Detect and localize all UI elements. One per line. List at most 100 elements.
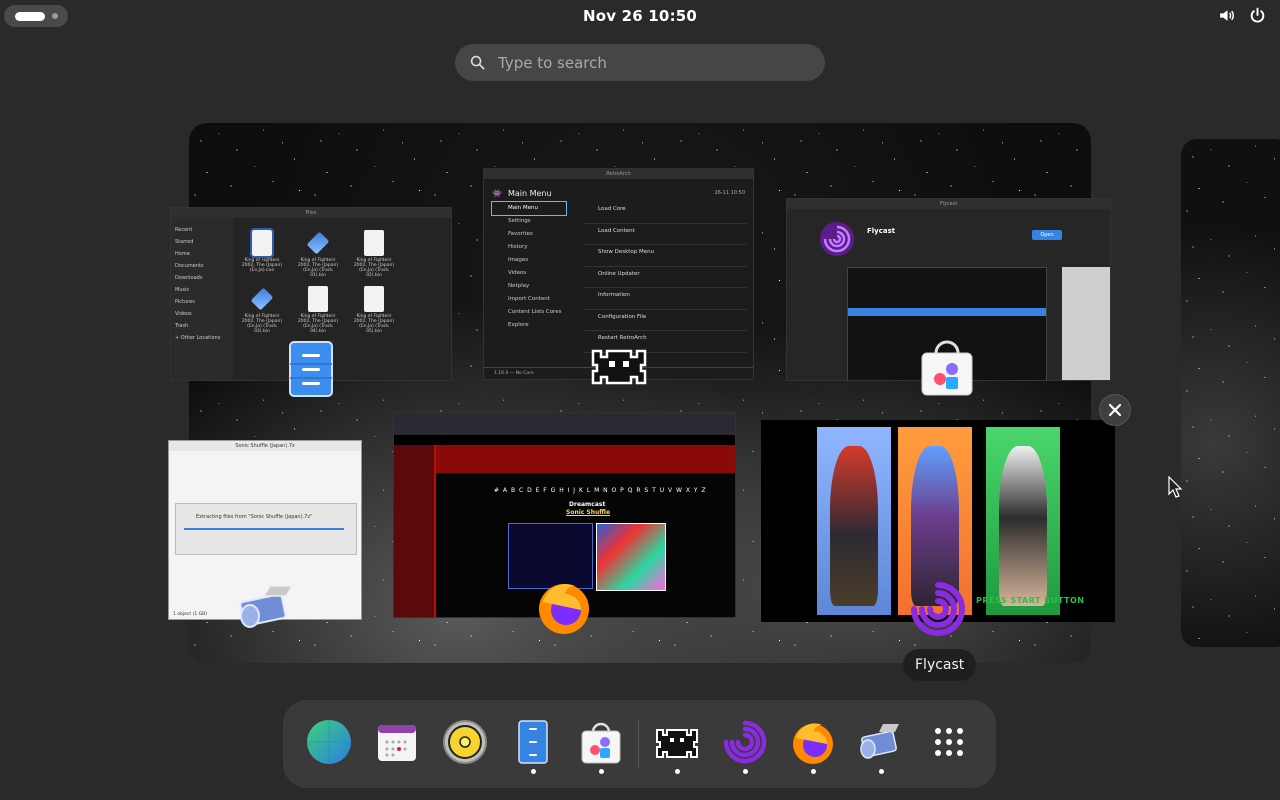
extract-progress-bar	[184, 528, 344, 530]
flycast-spiral-icon	[723, 720, 767, 764]
files-sidebar-item: Music	[175, 287, 190, 293]
dock-show-apps[interactable]	[925, 718, 973, 766]
window-title-tooltip: Flycast	[903, 649, 977, 681]
retroarch-left-item: Import Content	[508, 296, 550, 302]
archive-roller-icon	[860, 724, 899, 759]
files-sidebar-item: Downloads	[175, 275, 203, 281]
flycast-app-icon	[911, 582, 965, 636]
files-sidebar-item: Pictures	[175, 299, 195, 305]
search-input[interactable]	[498, 53, 798, 72]
files-sidebar: Recent Starred Home Documents Downloads …	[171, 218, 233, 380]
close-icon	[1108, 403, 1122, 417]
dock-files[interactable]	[509, 718, 557, 766]
software-titlebar: Flycast	[787, 199, 1110, 209]
search-entry[interactable]	[455, 44, 825, 81]
dock-browser[interactable]	[305, 718, 353, 766]
disc-image-icon	[306, 231, 330, 255]
file-item-label: King of Fighters 2002, The (Japan) (En,J…	[241, 258, 283, 273]
running-indicator	[743, 769, 748, 774]
close-window-button[interactable]	[1099, 394, 1131, 426]
retroarch-right-menu: Load Core Load Content Show Desktop Menu…	[584, 202, 747, 353]
retroarch-left-menu: Main Menu Settings Favorites History Ima…	[491, 201, 567, 332]
running-indicator	[599, 769, 604, 774]
dash-dock	[283, 700, 996, 788]
file-item: King of Fighters 2002, The (Japan) (En,J…	[297, 286, 339, 334]
firefox-icon	[793, 723, 833, 764]
dock-firefox[interactable]	[789, 718, 837, 766]
page-cover-art	[596, 523, 666, 591]
files-app-icon	[289, 341, 333, 397]
fighter-portrait	[986, 427, 1060, 615]
firefox-app-icon	[539, 583, 589, 634]
flycast-spiral-icon	[820, 222, 854, 256]
workspace-dot-icon	[52, 13, 58, 19]
running-indicator	[675, 769, 680, 774]
retroarch-left-item: Settings	[508, 218, 531, 224]
file-item: King of Fighters 2002, The (Japan) (En,J…	[241, 228, 283, 278]
workspace-next[interactable]	[1181, 139, 1280, 647]
retroarch-app-icon	[591, 349, 647, 385]
file-item-label: King of Fighters 2002, The (Japan) (En,J…	[297, 258, 339, 278]
software-open-button: Open	[1032, 230, 1062, 240]
press-start-text: PRESS START BUTTON	[976, 596, 1085, 605]
mouse-pointer-icon	[1168, 476, 1182, 498]
retroarch-logo-icon: 👾	[492, 188, 502, 198]
document-icon	[364, 230, 384, 256]
files-sidebar-item: Trash	[175, 323, 189, 329]
disc-image-icon	[250, 287, 274, 311]
volume-icon[interactable]	[1218, 7, 1235, 24]
retroarch-menu-title: Main Menu	[507, 188, 552, 198]
dock-separator	[638, 720, 639, 768]
screenshot-row	[848, 316, 1046, 324]
dock-calendar[interactable]	[373, 718, 421, 766]
activities-button[interactable]	[4, 5, 68, 27]
running-indicator	[531, 769, 536, 774]
extracting-text: Extracting files from "Sonic Shuffle (Ja…	[196, 514, 313, 520]
page-left-nav	[394, 445, 436, 617]
dock-software[interactable]	[577, 718, 625, 766]
retroarch-right-item: Information	[584, 288, 747, 310]
screenshot-row	[848, 284, 1046, 292]
retroarch-left-item: Images	[508, 257, 529, 263]
retroarch-right-item: Load Content	[584, 224, 747, 245]
file-roller-status: 1 object (1 GB)	[173, 612, 207, 617]
page-alphabet-index: # A B C D E F G H I J K L M N O P Q R S …	[494, 487, 707, 494]
dock-rhythmbox[interactable]	[441, 718, 489, 766]
document-icon	[250, 228, 274, 258]
retroarch-right-item: Configuration File	[584, 310, 747, 331]
app-grid-icon	[935, 728, 963, 756]
search-icon	[470, 55, 485, 70]
dock-flycast[interactable]	[721, 718, 769, 766]
screenshot-row	[848, 324, 1046, 332]
top-bar: Nov 26 10:50	[0, 0, 1280, 32]
file-roller-titlebar: Sonic Shuffle (Japan).7z	[169, 441, 361, 451]
extracting-dialog: Extracting files from "Sonic Shuffle (Ja…	[175, 503, 357, 555]
files-grid: King of Fighters 2002, The (Japan) (En,J…	[237, 226, 451, 338]
retroarch-right-item: Show Desktop Menu	[584, 245, 747, 267]
files-titlebar: Files	[171, 208, 451, 218]
file-item-label: King of Fighters 2002, The (Japan) (En,J…	[241, 314, 283, 334]
document-icon	[308, 286, 328, 312]
file-roller-app-icon	[239, 585, 294, 628]
system-tray[interactable]	[1218, 7, 1266, 24]
dock-retroarch[interactable]	[653, 718, 701, 766]
clock[interactable]: Nov 26 10:50	[583, 7, 697, 25]
file-cabinet-icon	[518, 720, 548, 764]
fighter-portrait	[817, 427, 891, 615]
retroarch-left-item: Videos	[508, 270, 527, 276]
software-screenshot-next	[1062, 267, 1110, 380]
screenshot-row	[848, 276, 1046, 284]
shopping-bag-icon	[581, 722, 621, 764]
retroarch-time: 26-11 10:50	[714, 190, 745, 196]
retroarch-left-item: Netplay	[508, 283, 530, 289]
running-indicator	[879, 769, 884, 774]
firefox-tabbar	[394, 413, 735, 435]
document-icon	[364, 286, 384, 312]
calendar-icon	[378, 725, 416, 761]
globe-icon	[307, 720, 351, 764]
power-icon[interactable]	[1249, 7, 1266, 24]
dock-file-roller[interactable]	[857, 718, 905, 766]
page-heading: Dreamcast	[569, 501, 606, 508]
screenshot-row	[848, 292, 1046, 300]
page-subheading: Sonic Shuffle	[566, 509, 611, 516]
